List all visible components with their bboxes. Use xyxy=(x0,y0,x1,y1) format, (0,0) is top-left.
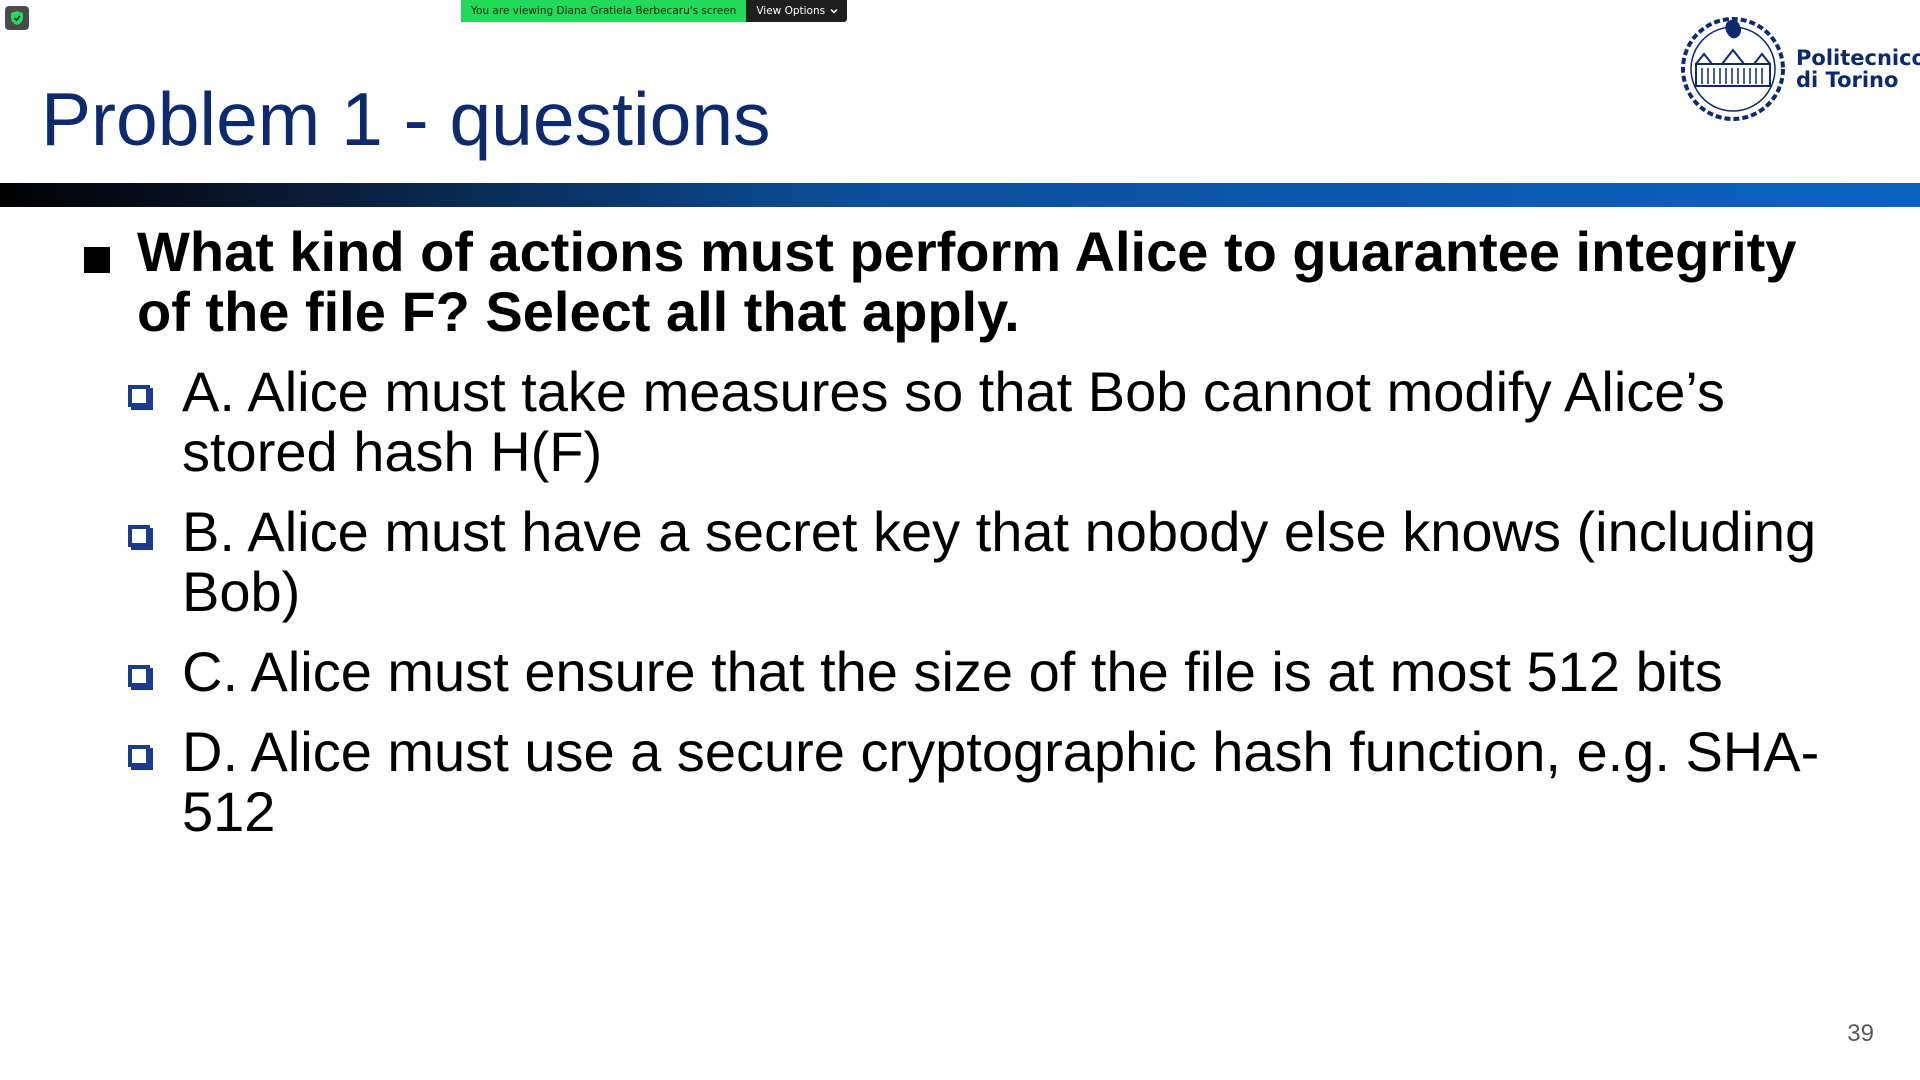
share-banner-text: You are viewing Diana Gratiela Berbecaru… xyxy=(461,0,747,22)
answer-option-a: A. Alice must take measures so that Bob … xyxy=(128,362,1888,482)
option-text: A. Alice must take measures so that Bob … xyxy=(182,360,1725,483)
checkbox-bullet-icon xyxy=(128,525,150,547)
checkbox-bullet-icon xyxy=(128,385,150,407)
logo-line-1: Politecnico xyxy=(1796,46,1920,70)
chevron-down-icon xyxy=(830,8,838,14)
university-seal-icon xyxy=(1681,17,1785,121)
logo-text: Politecnico di Torino xyxy=(1796,47,1920,91)
title-divider-band xyxy=(0,183,1920,207)
answer-option-b: B. Alice must have a secret key that nob… xyxy=(128,502,1888,622)
square-bullet-icon xyxy=(84,247,110,273)
view-options-button[interactable]: View Options xyxy=(746,0,848,22)
slide-title: Problem 1 - questions xyxy=(41,77,771,161)
answer-options-list: A. Alice must take measures so that Bob … xyxy=(128,362,1888,862)
option-text: B. Alice must have a secret key that nob… xyxy=(182,500,1817,623)
question-text: What kind of actions must perform Alice … xyxy=(137,220,1797,343)
politecnico-logo: Politecnico di Torino xyxy=(1674,14,1920,124)
question-item: What kind of actions must perform Alice … xyxy=(84,222,1844,342)
answer-option-c: C. Alice must ensure that the size of th… xyxy=(128,642,1888,702)
screen-share-banner: You are viewing Diana Gratiela Berbecaru… xyxy=(461,0,848,22)
logo-line-2: di Torino xyxy=(1796,68,1899,92)
slide-page-number: 39 xyxy=(1847,1020,1874,1047)
option-text: C. Alice must ensure that the size of th… xyxy=(182,640,1723,703)
checkbox-bullet-icon xyxy=(128,665,150,687)
checkbox-bullet-icon xyxy=(128,745,150,767)
view-options-label: View Options xyxy=(756,5,826,17)
answer-option-d: D. Alice must use a secure cryptographic… xyxy=(128,722,1888,842)
option-text: D. Alice must use a secure cryptographic… xyxy=(182,720,1820,843)
screen-share-view: You are viewing Diana Gratiela Berbecaru… xyxy=(0,0,1920,1080)
security-shield-icon[interactable] xyxy=(5,6,29,30)
